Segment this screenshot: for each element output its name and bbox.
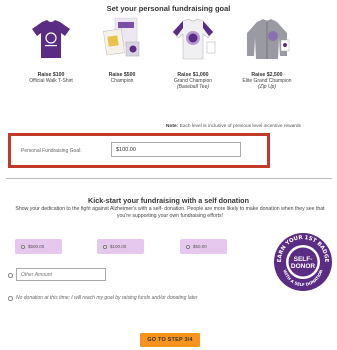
- level-grand-champion[interactable]: Raise $1,000 Grand Champion (Baseball Te…: [162, 16, 224, 90]
- donation-amount-label: $50.00: [193, 244, 207, 249]
- donation-amount-option[interactable]: $50.00: [180, 239, 227, 254]
- other-amount-input[interactable]: [16, 268, 106, 281]
- level-subtitle: (Zip Up): [257, 84, 277, 91]
- radio-icon: [21, 244, 25, 249]
- level-elite-grand-champion[interactable]: Raise $2,500 Elite Grand Champion (Zip U…: [236, 16, 298, 90]
- donation-amount-label: $100.00: [110, 244, 127, 249]
- self-donation-description: Show your dedication to the fight agains…: [15, 206, 325, 219]
- baseball-tee-image: [170, 16, 216, 62]
- self-donor-badge: EARN YOUR 1ST BADGE WITH A SELF DONATION…: [270, 226, 336, 296]
- donation-amount-option[interactable]: $500.00: [15, 239, 62, 254]
- badge-line-2: DONOR: [291, 263, 316, 270]
- other-amount-radio[interactable]: [8, 273, 13, 278]
- go-to-step-button[interactable]: GO TO STEP 3/4: [140, 333, 200, 347]
- no-donation-label: No donation at this time; I will reach m…: [16, 295, 198, 301]
- personal-goal-box: Personal Fundraising Goal:: [8, 133, 270, 168]
- goal-section-title: Set your personal fundraising goal: [106, 4, 231, 13]
- zip-up-hoodie-image: [244, 16, 290, 62]
- donation-amount-option[interactable]: $100.00: [97, 239, 144, 254]
- self-donation-title: Kick-start your fundraising with a self …: [88, 196, 249, 205]
- no-donation-radio[interactable]: [8, 296, 13, 301]
- level-champion[interactable]: Raise $500 Champion: [93, 16, 151, 84]
- section-divider: [6, 178, 332, 179]
- note-text: Each level is inclusive of previous leve…: [179, 124, 301, 129]
- badge-line-1: SELF-: [294, 256, 313, 263]
- level-name: Official Walk T-Shirt: [29, 78, 73, 84]
- radio-icon: [186, 244, 190, 249]
- champion-kit-image: [99, 16, 145, 62]
- donation-amount-label: $500.00: [28, 244, 45, 249]
- level-tshirt[interactable]: Raise $100 Official Walk T-Shirt: [22, 16, 80, 84]
- personal-goal-label: Personal Fundraising Goal:: [21, 148, 82, 154]
- level-name: Champion: [110, 78, 134, 84]
- level-subtitle: (Baseball Tee): [176, 84, 210, 91]
- note-label: Note:: [166, 124, 179, 129]
- levels-note: Note: Each level is inclusive of previou…: [0, 124, 337, 129]
- personal-goal-input[interactable]: [111, 142, 241, 157]
- purple-tshirt-image: [28, 16, 74, 62]
- radio-icon: [103, 244, 107, 249]
